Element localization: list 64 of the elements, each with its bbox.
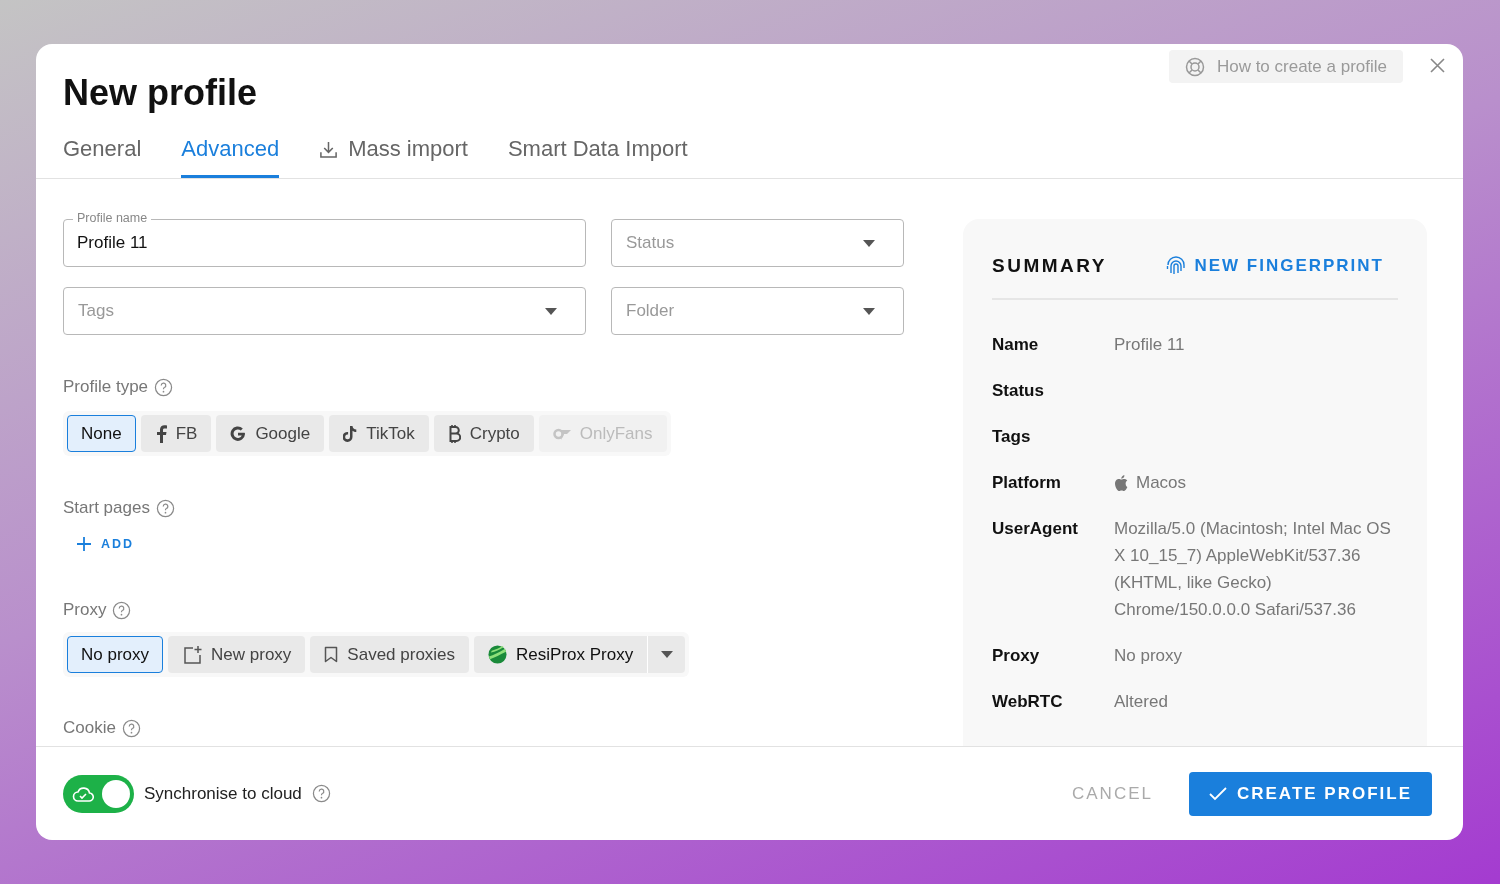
proxy-option[interactable]: ResiProx Proxy bbox=[474, 636, 648, 673]
download-icon bbox=[319, 139, 339, 159]
help-icon bbox=[154, 377, 174, 397]
check-icon bbox=[1208, 786, 1227, 801]
close-icon[interactable] bbox=[1430, 58, 1445, 73]
section-label: Cookie bbox=[63, 718, 116, 738]
profile-type-option[interactable]: None bbox=[67, 415, 136, 452]
profile-type-option[interactable]: Google bbox=[216, 415, 325, 452]
help-icon bbox=[112, 600, 132, 620]
tab[interactable]: General bbox=[63, 134, 142, 178]
summary-label: UserAgent bbox=[992, 518, 1079, 540]
summary-label: Name bbox=[992, 334, 1040, 356]
select-field[interactable]: Status bbox=[611, 219, 904, 267]
summary-title: SUMMARY bbox=[992, 255, 1107, 277]
caret-icon bbox=[863, 307, 875, 315]
fingerprint-icon bbox=[1166, 256, 1187, 276]
proxy-option[interactable]: Saved proxies bbox=[310, 636, 470, 673]
summary-value: Mozilla/5.0 (Macintosh; Intel Mac OS X 10_15_7) AppleWebKit/537.36 (KHTML, like Gecko) Chrome/150.0.0.0 Safari/537.36 bbox=[1114, 518, 1392, 621]
summary-label: WebRTC bbox=[992, 691, 1064, 713]
tab[interactable]: Advanced bbox=[181, 134, 280, 178]
globe-logo-icon bbox=[488, 645, 508, 664]
dialog-title: New profile bbox=[63, 72, 259, 114]
profile-type-option[interactable]: TikTok bbox=[329, 415, 429, 452]
google-icon bbox=[230, 425, 247, 442]
lifebuoy-icon bbox=[1184, 56, 1205, 77]
add-button[interactable]: ADD bbox=[63, 532, 135, 556]
help-icon bbox=[155, 498, 175, 518]
cloud-icon bbox=[72, 785, 94, 802]
section-label: Proxy bbox=[63, 600, 107, 620]
tiktok-icon bbox=[343, 425, 358, 442]
summary-label: Status bbox=[992, 380, 1045, 402]
summary-value: Profile 11 bbox=[1114, 334, 1186, 356]
summary-value: Altered bbox=[1114, 691, 1169, 713]
plus-icon bbox=[77, 537, 91, 551]
bitcoin-icon bbox=[447, 424, 461, 443]
select-field[interactable]: Tags bbox=[63, 287, 586, 335]
help-icon bbox=[311, 784, 331, 803]
caret-icon bbox=[660, 651, 673, 658]
summary-value: Macos bbox=[1136, 472, 1187, 494]
proxy-option[interactable]: No proxy bbox=[67, 636, 164, 673]
help-icon bbox=[121, 718, 141, 738]
bookmark-icon bbox=[324, 646, 339, 663]
caret-icon bbox=[545, 307, 557, 315]
profile-type-option[interactable]: Crypto bbox=[433, 415, 534, 452]
proxy-option[interactable]: New proxy bbox=[168, 636, 306, 673]
section-label: Profile type bbox=[63, 377, 149, 397]
apple-icon bbox=[1114, 474, 1128, 491]
summary-label: Proxy bbox=[992, 645, 1041, 667]
tab[interactable]: Smart Data Import bbox=[507, 134, 688, 178]
caret-icon bbox=[863, 239, 875, 247]
dropdown-button[interactable] bbox=[647, 636, 686, 673]
profile-type-option[interactable]: FB bbox=[140, 415, 212, 452]
facebook-icon bbox=[154, 424, 167, 443]
section-label: Start pages bbox=[63, 498, 150, 518]
tab[interactable]: Mass import bbox=[319, 134, 468, 178]
create-profile-button[interactable]: CREATE PROFILE bbox=[1188, 771, 1432, 816]
sync-label: Synchronise to cloud bbox=[144, 783, 302, 804]
summary-value: No proxy bbox=[1114, 645, 1184, 667]
cloud-sync-toggle[interactable] bbox=[63, 774, 134, 813]
new-fingerprint-button[interactable]: NEW FINGERPRINT bbox=[1166, 256, 1398, 276]
profile-name-field[interactable]: Profile name Profile 11 bbox=[63, 211, 586, 267]
summary-label: Platform bbox=[992, 472, 1062, 494]
add-window-icon bbox=[182, 644, 203, 665]
summary-label: Tags bbox=[992, 426, 1032, 448]
